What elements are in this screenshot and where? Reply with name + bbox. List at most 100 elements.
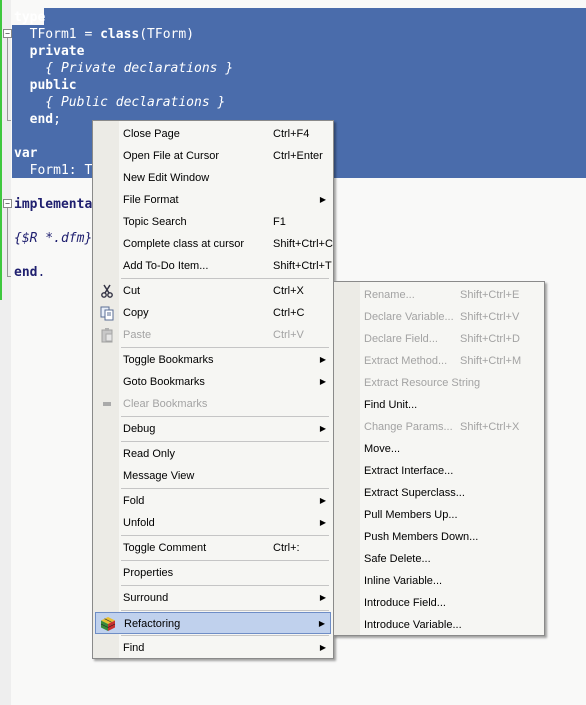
code-token: .: [37, 265, 46, 280]
menu-item-label: Inline Variable...: [364, 575, 443, 587]
menu-item-inline-variable[interactable]: Inline Variable...: [336, 570, 542, 592]
menu-item-move[interactable]: Move...: [336, 438, 542, 460]
menu-item-cut[interactable]: Cut Ctrl+X: [95, 280, 331, 302]
menu-item-complete-class-at-cursor[interactable]: Complete class at cursor Shift+Ctrl+C: [95, 233, 333, 255]
fold-toggle-icon[interactable]: −: [3, 29, 12, 38]
menu-item-introduce-variable[interactable]: Introduce Variable...: [336, 614, 542, 636]
menu-item-introduce-field[interactable]: Introduce Field...: [336, 592, 542, 614]
menu-item-extract-method[interactable]: Extract Method... Shift+Ctrl+M: [336, 350, 542, 372]
menu-item-label: Safe Delete...: [364, 553, 431, 565]
menu-item-surround[interactable]: Surround ▶: [95, 587, 331, 609]
submenu-arrow-icon: ▶: [319, 518, 326, 527]
submenu-arrow-icon: ▶: [318, 619, 325, 628]
menu-item-safe-delete[interactable]: Safe Delete...: [336, 548, 542, 570]
menu-separator: [121, 610, 329, 611]
menu-item-label: Extract Superclass...: [364, 487, 465, 499]
menu-separator: [121, 535, 329, 536]
menu-item-find-unit[interactable]: Find Unit...: [336, 394, 542, 416]
menu-item-pull-members-up[interactable]: Pull Members Up...: [336, 504, 542, 526]
menu-item-label: Extract Resource String: [364, 377, 481, 389]
menu-item-message-view[interactable]: Message View: [95, 465, 331, 487]
refactoring-cube-icon: [100, 616, 116, 632]
menu-item-copy[interactable]: Copy Ctrl+C: [95, 302, 331, 324]
menu-separator: [121, 347, 329, 348]
menu-item-label: Declare Variable...: [364, 311, 454, 323]
menu-item-paste[interactable]: Paste Ctrl+V: [95, 324, 331, 346]
menu-separator: [121, 441, 329, 442]
menu-item-label: Fold: [123, 495, 145, 507]
menu-item-file-format[interactable]: File Format ▶: [95, 189, 331, 211]
menu-separator: [121, 635, 329, 636]
editor-gutter: [0, 0, 11, 705]
menu-item-label: Pull Members Up...: [364, 509, 458, 521]
menu-item-topic-search[interactable]: Topic Search F1: [95, 211, 331, 233]
menu-item-shortcut: Shift+Ctrl+D: [460, 333, 520, 345]
menu-item-change-params[interactable]: Change Params... Shift+Ctrl+X: [336, 416, 542, 438]
menu-separator: [121, 416, 329, 417]
code-token: Form1: T: [14, 163, 93, 178]
menu-item-find[interactable]: Find ▶: [95, 637, 331, 659]
menu-item-extract-superclass[interactable]: Extract Superclass...: [336, 482, 542, 504]
menu-item-add-to-do-item[interactable]: Add To-Do Item... Shift+Ctrl+T: [95, 255, 332, 277]
menu-item-extract-interface[interactable]: Extract Interface...: [336, 460, 542, 482]
menu-item-rename[interactable]: Rename... Shift+Ctrl+E: [336, 284, 542, 306]
code-token: end: [29, 112, 54, 127]
menu-item-clear-bookmarks[interactable]: Clear Bookmarks: [95, 393, 331, 415]
code-line-tform: TForm1 = class(TForm): [14, 26, 194, 43]
menu-item-properties[interactable]: Properties: [95, 562, 331, 584]
menu-item-unfold[interactable]: Unfold ▶: [95, 512, 331, 534]
menu-item-fold[interactable]: Fold ▶: [95, 490, 331, 512]
menu-item-shortcut: F1: [273, 216, 286, 228]
code-line-public: public: [14, 77, 77, 94]
menu-item-close-page[interactable]: Close Page Ctrl+F4: [95, 123, 331, 145]
clear-bookmarks-icon: [99, 396, 115, 412]
menu-item-shortcut: Ctrl+Enter: [273, 150, 323, 162]
menu-item-label: Topic Search: [123, 216, 187, 228]
menu-item-label: Push Members Down...: [364, 531, 479, 543]
menu-item-push-members-down[interactable]: Push Members Down...: [336, 526, 542, 548]
submenu-arrow-icon: ▶: [319, 643, 326, 652]
code-token: { Private declarations }: [14, 61, 234, 76]
modified-lines-marker: [0, 0, 2, 300]
code-line-private: private: [14, 43, 85, 60]
menu-item-label: Copy: [123, 307, 149, 319]
menu-item-label: Clear Bookmarks: [123, 398, 208, 410]
submenu-arrow-icon: ▶: [319, 424, 326, 433]
menu-item-shortcut: Shift+Ctrl+E: [460, 289, 520, 301]
menu-item-label: Goto Bookmarks: [123, 376, 205, 388]
menu-item-shortcut: Ctrl+V: [273, 329, 304, 341]
menu-item-goto-bookmarks[interactable]: Goto Bookmarks ▶: [95, 371, 331, 393]
menu-item-label: Introduce Variable...: [364, 619, 462, 631]
paste-icon: [99, 327, 115, 343]
menu-item-label: Declare Field...: [364, 333, 438, 345]
menu-item-label: Extract Method...: [364, 355, 448, 367]
menu-item-read-only[interactable]: Read Only: [95, 443, 331, 465]
code-line-pubcmt: { Public declarations }: [14, 94, 225, 111]
code-token: class: [100, 27, 140, 42]
menu-item-extract-resource-string[interactable]: Extract Resource String: [336, 372, 542, 394]
fold-guide: [7, 38, 8, 120]
menu-item-debug[interactable]: Debug ▶: [95, 418, 331, 440]
menu-separator: [121, 585, 329, 586]
menu-item-label: Surround: [123, 592, 169, 604]
menu-item-toggle-bookmarks[interactable]: Toggle Bookmarks ▶: [95, 349, 331, 371]
menu-item-label: Debug: [123, 423, 156, 435]
code-token: {$R *.dfm}: [14, 231, 93, 246]
menu-item-label: Toggle Comment: [123, 542, 207, 554]
menu-item-declare-variable[interactable]: Declare Variable... Shift+Ctrl+V: [336, 306, 542, 328]
menu-item-open-file-at-cursor[interactable]: Open File at Cursor Ctrl+Enter: [95, 145, 331, 167]
submenu-arrow-icon: ▶: [319, 593, 326, 602]
code-token: public: [29, 78, 77, 93]
code-line-dfm: {$R *.dfm}: [14, 230, 92, 247]
menu-item-refactoring[interactable]: Refactoring ▶: [95, 612, 331, 634]
code-line-end2: end.: [14, 264, 45, 281]
fold-toggle-icon[interactable]: −: [3, 199, 12, 208]
menu-item-declare-field[interactable]: Declare Field... Shift+Ctrl+D: [336, 328, 542, 350]
menu-item-toggle-comment[interactable]: Toggle Comment Ctrl+:: [95, 537, 331, 559]
menu-item-label: Move...: [364, 443, 401, 455]
menu-item-new-edit-window[interactable]: New Edit Window: [95, 167, 331, 189]
menu-item-label: Toggle Bookmarks: [123, 354, 214, 366]
